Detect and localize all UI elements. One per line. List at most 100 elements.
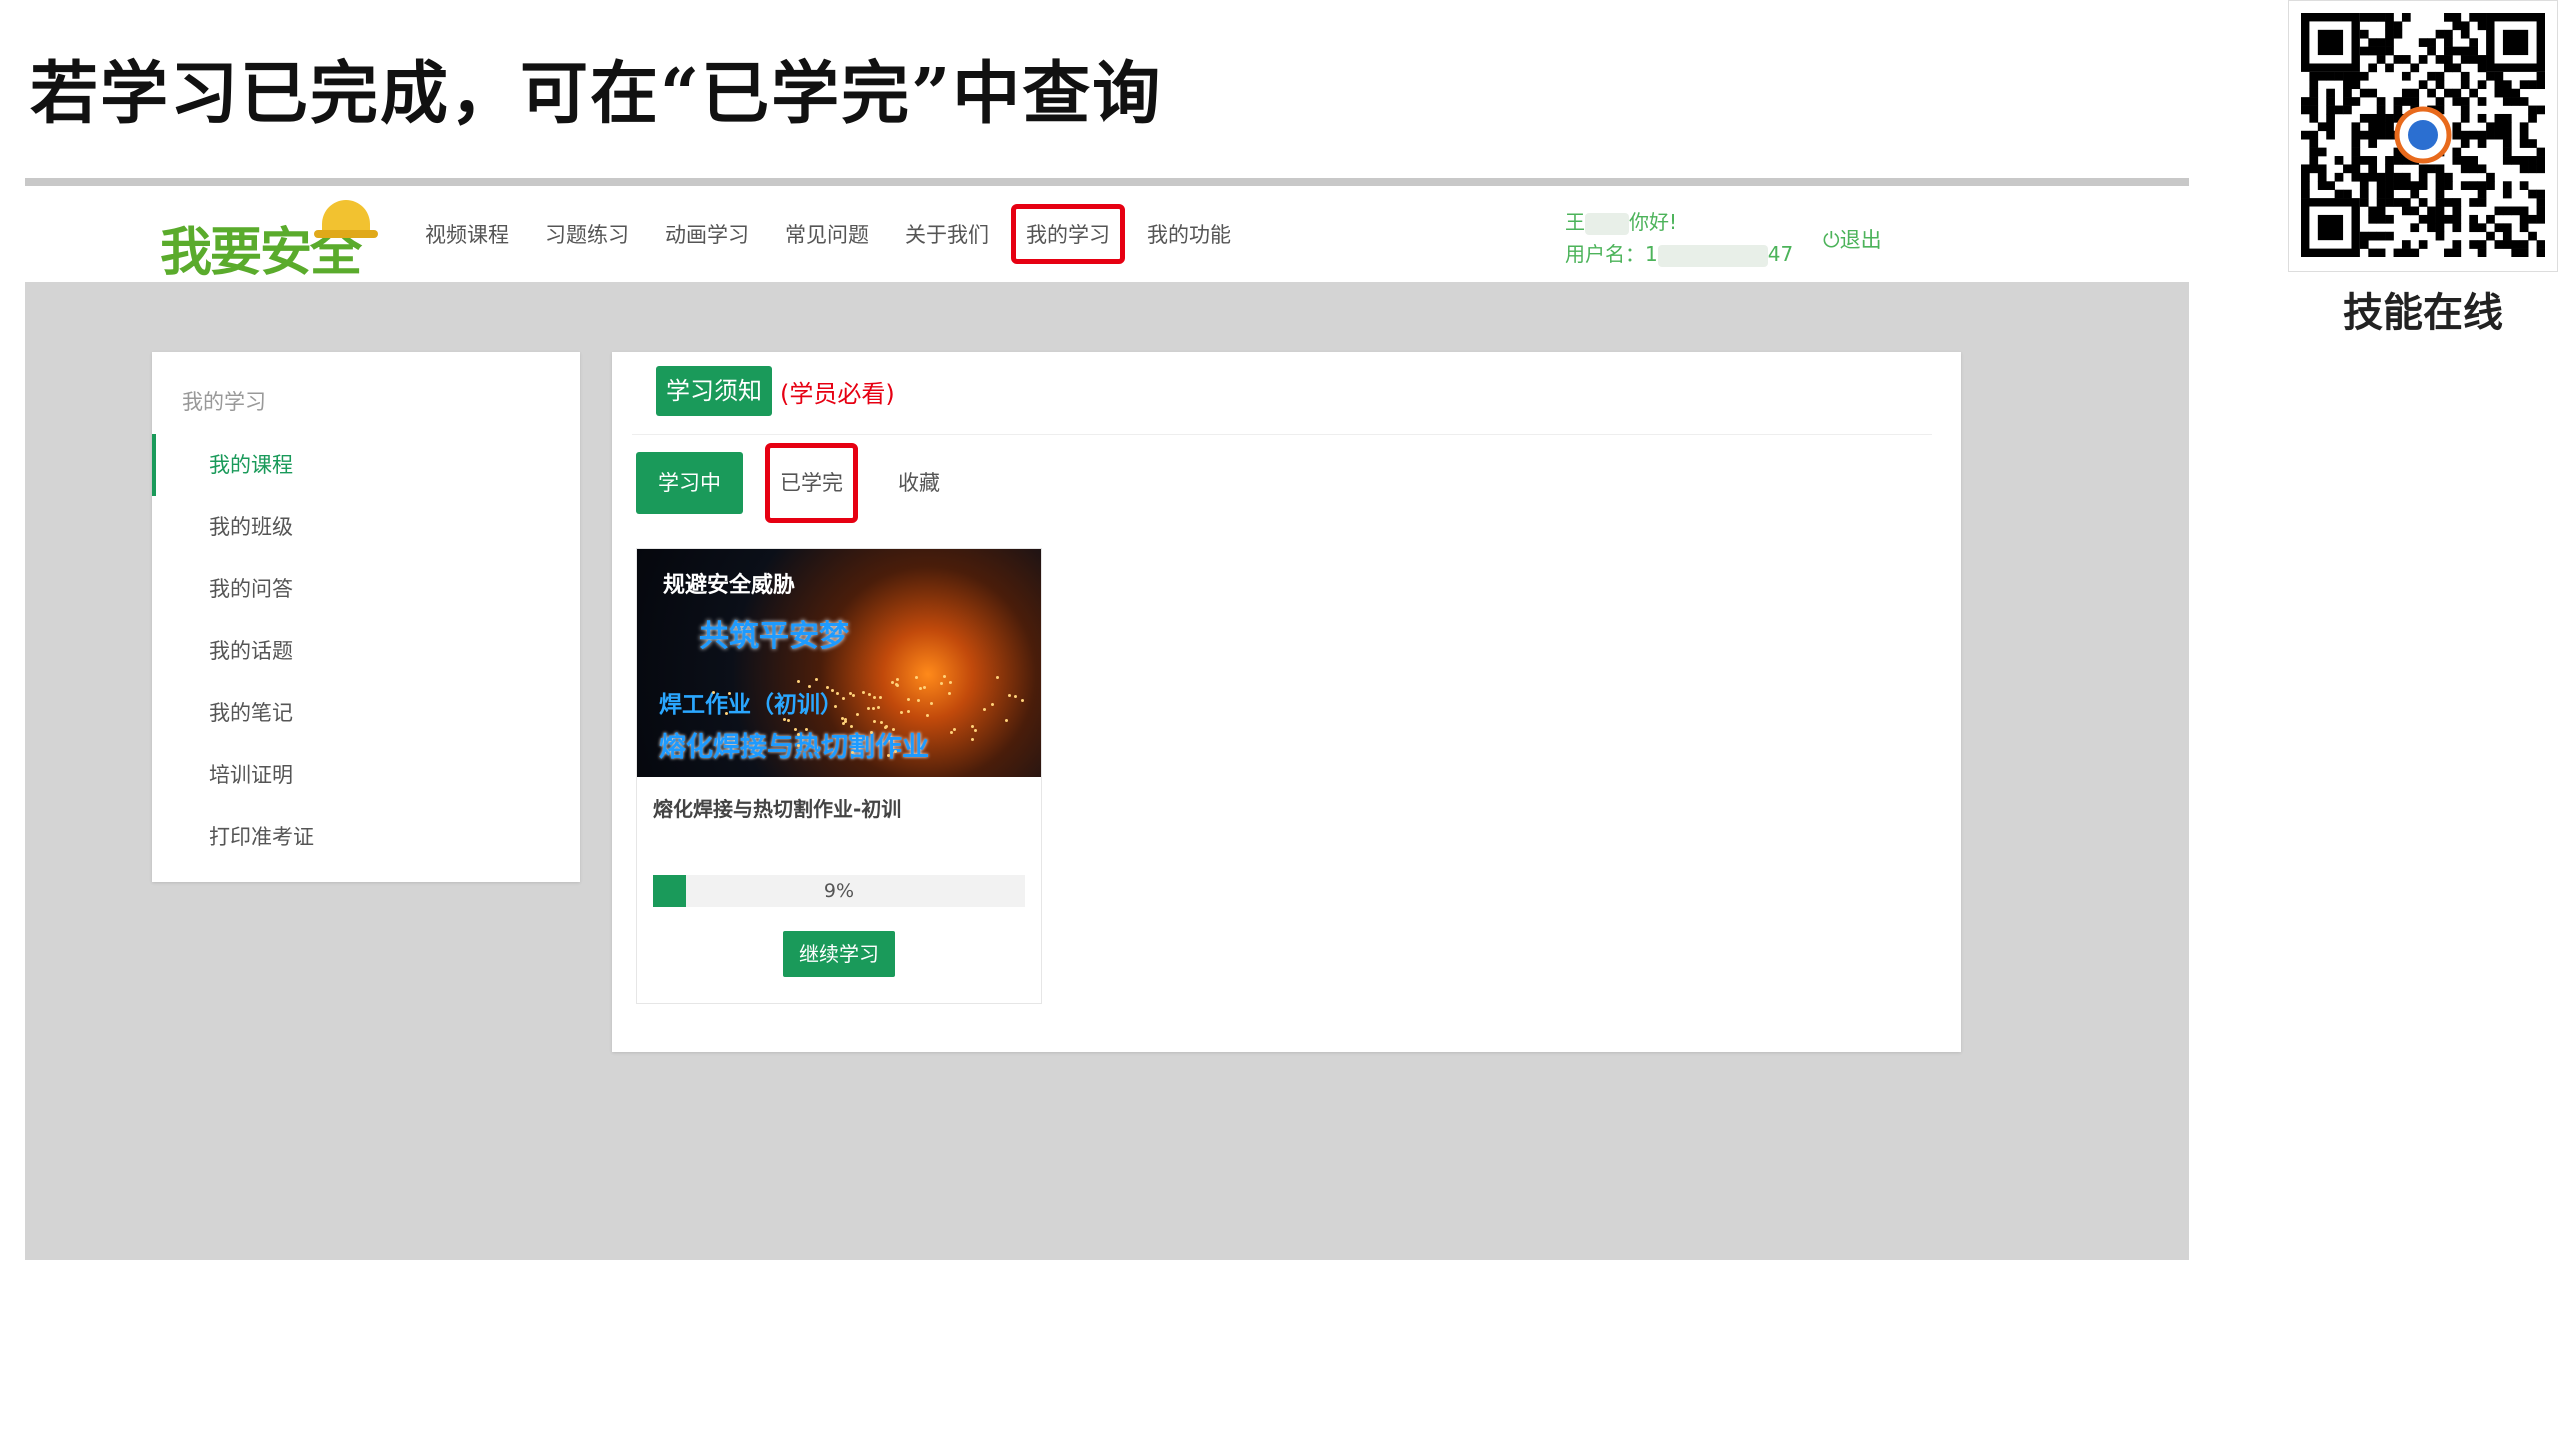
qr-module bbox=[2469, 240, 2478, 249]
qr-module bbox=[2368, 13, 2378, 22]
qr-module bbox=[2393, 156, 2403, 165]
spark bbox=[872, 706, 876, 710]
course-cover-image[interactable]: 规避安全威胁 共筑平安梦 焊工作业（初训） 熔化焊接与热切割作业 bbox=[637, 549, 1041, 777]
nav-my-functions[interactable]: 我的功能 bbox=[1147, 219, 1231, 249]
qr-module bbox=[2452, 97, 2462, 106]
qr-module bbox=[2486, 214, 2495, 224]
tab-in-progress[interactable]: 学习中 bbox=[636, 452, 743, 514]
qr-module bbox=[2502, 181, 2512, 190]
qr-module bbox=[2502, 206, 2512, 216]
spark bbox=[880, 721, 884, 725]
nav-my-learning[interactable]: 我的学习 bbox=[1011, 204, 1125, 264]
qr-module bbox=[2494, 240, 2504, 249]
qr-module bbox=[2502, 130, 2512, 140]
qr-module bbox=[2435, 71, 2445, 81]
qr-module bbox=[2435, 189, 2445, 199]
qr-module bbox=[2511, 88, 2521, 98]
qr-module bbox=[2368, 38, 2378, 47]
course-title[interactable]: 熔化焊接与热切割作业-初训 bbox=[653, 793, 901, 822]
sidebar-item-my-qa[interactable]: 我的问答 bbox=[152, 558, 580, 620]
notice-divider bbox=[632, 434, 1932, 435]
qr-module bbox=[2368, 206, 2378, 216]
qr-module bbox=[2502, 156, 2512, 165]
qr-module bbox=[2528, 113, 2537, 123]
qr-module bbox=[2452, 240, 2462, 249]
qr-module bbox=[2385, 189, 2394, 199]
qr-module bbox=[2494, 223, 2504, 233]
qr-module bbox=[2435, 231, 2445, 241]
qr-module bbox=[2401, 13, 2411, 22]
qr-module bbox=[2359, 156, 2369, 165]
qr-module bbox=[2393, 55, 2403, 64]
username-label: 用户名：1 bbox=[1565, 242, 1658, 266]
sidebar-item-my-topics[interactable]: 我的话题 bbox=[152, 620, 580, 682]
nav-video-courses[interactable]: 视频课程 bbox=[425, 219, 509, 249]
qr-module bbox=[2460, 80, 2470, 90]
notice-badge[interactable]: 学习须知 bbox=[656, 366, 772, 416]
tab-favorites[interactable]: 收藏 bbox=[876, 452, 962, 514]
qr-module bbox=[2486, 172, 2495, 182]
qr-module bbox=[2469, 55, 2478, 64]
qr-module bbox=[2418, 214, 2428, 224]
qr-module bbox=[2427, 88, 2436, 98]
qr-module bbox=[2435, 181, 2445, 190]
qr-module bbox=[2418, 172, 2428, 182]
qr-module bbox=[2359, 189, 2369, 199]
qr-module bbox=[2410, 223, 2420, 233]
nav-animation[interactable]: 动画学习 bbox=[665, 219, 749, 249]
qr-module bbox=[2502, 240, 2512, 249]
qr-module bbox=[2494, 113, 2504, 123]
sidebar-item-print-admission[interactable]: 打印准考证 bbox=[152, 806, 580, 868]
top-divider bbox=[25, 178, 2189, 186]
qr-module bbox=[2444, 55, 2453, 64]
sidebar-item-my-notes[interactable]: 我的笔记 bbox=[152, 682, 580, 744]
qr-module bbox=[2301, 172, 2310, 182]
power-icon: ⏻ bbox=[1823, 228, 1840, 252]
course-tabs: 学习中 已学完 收藏 bbox=[636, 443, 962, 523]
nav-about[interactable]: 关于我们 bbox=[905, 219, 989, 249]
qr-module bbox=[2528, 156, 2537, 165]
sidebar-item-my-classes[interactable]: 我的班级 bbox=[152, 496, 580, 558]
qr-module bbox=[2502, 29, 2529, 56]
qr-module bbox=[2519, 122, 2529, 132]
qr-module bbox=[2301, 130, 2310, 140]
qr-module bbox=[2477, 21, 2487, 31]
qr-module bbox=[2444, 46, 2453, 56]
sidebar: 我的学习 我的课程 我的班级 我的问答 我的话题 我的笔记 培训证明 打印准考证 bbox=[152, 352, 580, 882]
qr-module bbox=[2435, 97, 2445, 106]
spark bbox=[833, 704, 837, 708]
qr-module bbox=[2502, 139, 2512, 148]
logout-link[interactable]: ⏻退出 bbox=[1823, 224, 1882, 254]
qr-module bbox=[2309, 80, 2319, 90]
qr-module bbox=[2435, 55, 2445, 64]
qr-module bbox=[2460, 46, 2470, 56]
course-card[interactable]: 规避安全威胁 共筑平安梦 焊工作业（初训） 熔化焊接与热切割作业 熔化焊接与热切… bbox=[636, 548, 1042, 1004]
qr-module bbox=[2444, 29, 2453, 39]
nav-faq[interactable]: 常见问题 bbox=[785, 219, 869, 249]
study-notice[interactable]: 学习须知 (学员必看) bbox=[656, 366, 895, 416]
qr-module bbox=[2486, 231, 2495, 241]
sidebar-item-training-certificate[interactable]: 培训证明 bbox=[152, 744, 580, 806]
qr-module bbox=[2486, 130, 2495, 140]
qr-module bbox=[2368, 63, 2378, 73]
qr-module bbox=[2309, 88, 2319, 98]
qr-module bbox=[2368, 139, 2378, 148]
nav-exercises[interactable]: 习题练习 bbox=[545, 219, 629, 249]
qr-module bbox=[2452, 122, 2462, 132]
slide-title: 若学习已完成，可在“已学完”中查询 bbox=[30, 54, 1163, 134]
qr-module bbox=[2519, 248, 2529, 258]
qr-module bbox=[2435, 206, 2445, 216]
sidebar-item-my-courses[interactable]: 我的课程 bbox=[152, 434, 580, 496]
spark bbox=[793, 727, 797, 731]
qr-module bbox=[2326, 122, 2335, 132]
qr-module bbox=[2393, 29, 2403, 39]
logout-label: 退出 bbox=[1839, 228, 1882, 252]
qr-module bbox=[2359, 13, 2369, 22]
continue-learning-button[interactable]: 继续学习 bbox=[783, 931, 895, 977]
site-logo[interactable]: 我要安全 bbox=[160, 200, 380, 283]
qr-module bbox=[2326, 130, 2335, 140]
qr-module bbox=[2528, 164, 2537, 174]
spark bbox=[867, 692, 871, 696]
progress-bar: 9% bbox=[653, 875, 1025, 907]
tab-completed[interactable]: 已学完 bbox=[765, 443, 858, 523]
